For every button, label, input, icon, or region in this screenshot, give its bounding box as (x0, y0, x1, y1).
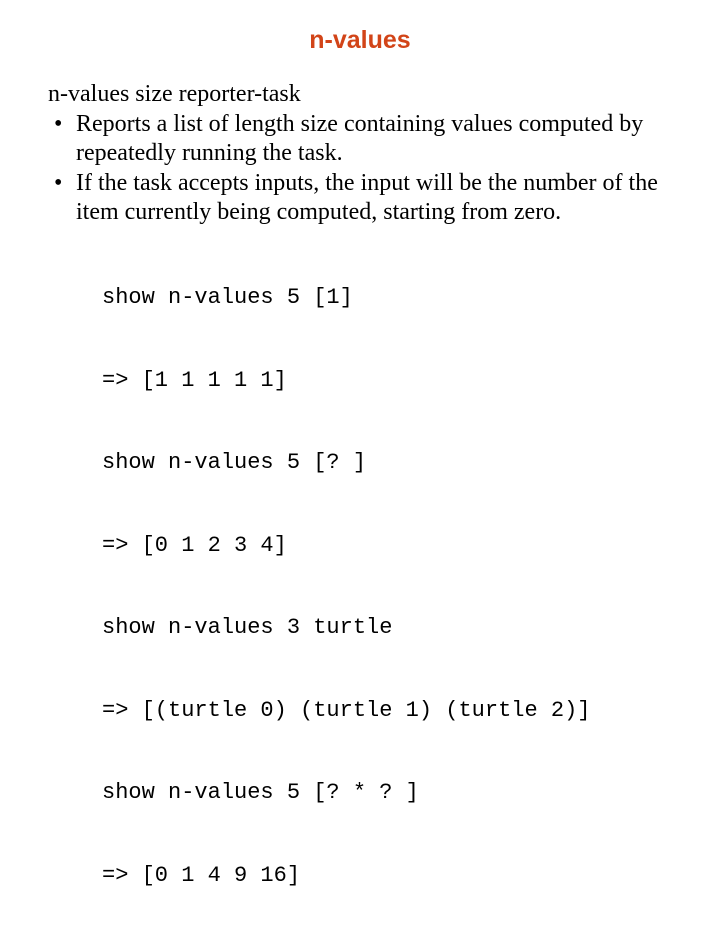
bullet-list: Reports a list of length size containing… (48, 110, 672, 227)
slide-title: n-values (48, 26, 672, 55)
code-line: => [1 1 1 1 1] (102, 367, 672, 395)
command-signature: n-values size reporter-task (48, 81, 672, 108)
code-line: => [0 1 4 9 16] (102, 862, 672, 890)
code-line: show n-values 3 turtle (102, 614, 672, 642)
code-line: => [(turtle 0) (turtle 1) (turtle 2)] (102, 697, 672, 725)
code-line: show n-values 5 [? * ? ] (102, 779, 672, 807)
bullet-item: Reports a list of length size containing… (48, 110, 672, 169)
code-line: => [0 1 2 3 4] (102, 532, 672, 560)
bullet-item: If the task accepts inputs, the input wi… (48, 169, 672, 228)
code-line: show n-values 5 [? ] (102, 449, 672, 477)
slide: n-values n-values size reporter-task Rep… (0, 0, 720, 540)
code-line: show n-values 5 [1] (102, 284, 672, 312)
code-block: show n-values 5 [1] => [1 1 1 1 1] show … (102, 229, 672, 944)
